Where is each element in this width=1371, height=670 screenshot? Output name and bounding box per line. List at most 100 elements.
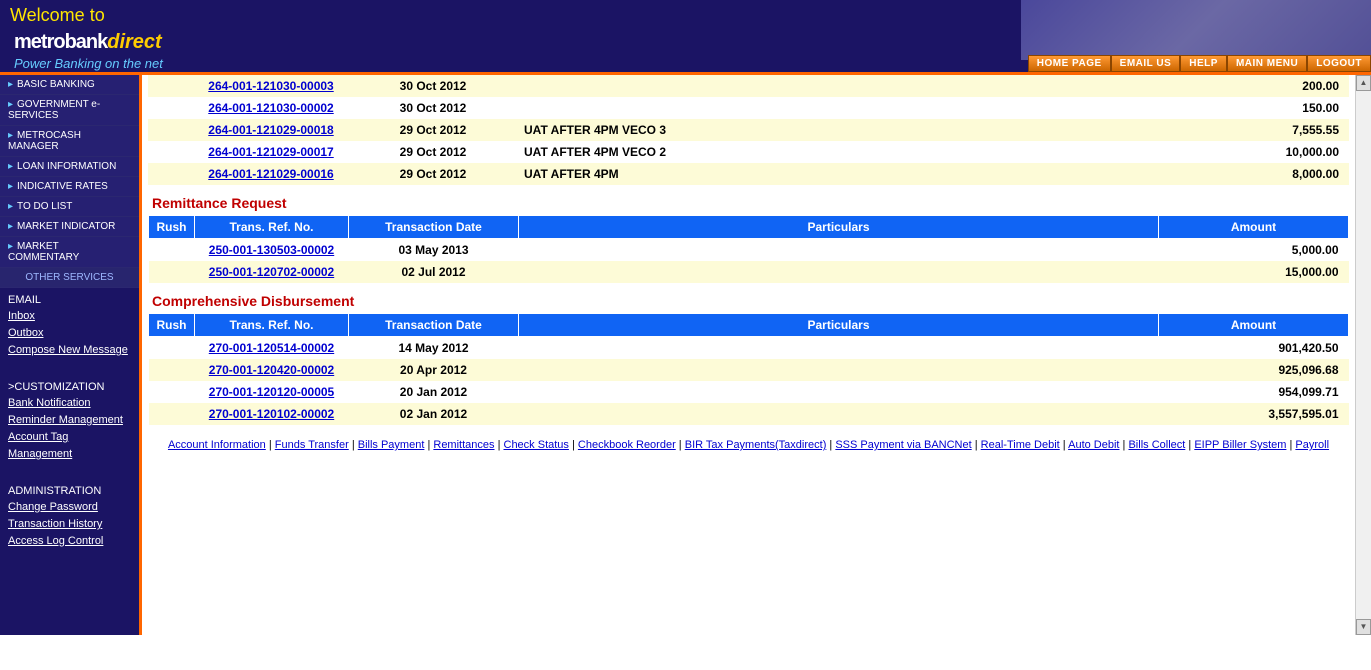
- remittance-table: Rush Trans. Ref. No. Transaction Date Pa…: [148, 215, 1349, 283]
- sidebar-section-customization: >CUSTOMIZATION: [0, 375, 139, 395]
- table-row: 264-001-121029-0001729 Oct 2012UAT AFTER…: [148, 141, 1349, 163]
- table-row: 270-001-120102-0000202 Jan 20123,557,595…: [149, 403, 1349, 425]
- footer-link[interactable]: Remittances: [433, 439, 494, 451]
- sidebar-item-label: MARKET INDICATOR: [17, 221, 115, 232]
- col-part: Particulars: [519, 216, 1159, 239]
- sidebar-item-label: TO DO LIST: [17, 201, 72, 212]
- sidebar-item-label: MARKET COMMENTARY: [8, 241, 79, 263]
- sidebar-section-email: EMAIL: [0, 288, 139, 308]
- footer-link[interactable]: Payroll: [1295, 439, 1329, 451]
- col-date: Transaction Date: [349, 314, 519, 337]
- table-row: 250-001-130503-0000203 May 20135,000.00: [149, 239, 1349, 262]
- sidebar-link-reminder-mgmt[interactable]: Reminder Management: [0, 412, 139, 429]
- logo-sub: direct: [107, 31, 161, 53]
- footer-link[interactable]: Checkbook Reorder: [578, 439, 676, 451]
- trans-ref-link[interactable]: 270-001-120420-00002: [209, 363, 334, 377]
- sidebar-item-loan-info[interactable]: ▸LOAN INFORMATION: [0, 157, 139, 177]
- bullet-icon: ▸: [8, 201, 13, 212]
- cell-date: 30 Oct 2012: [348, 75, 518, 97]
- trans-ref-link[interactable]: 270-001-120102-00002: [209, 407, 334, 421]
- col-rush: Rush: [149, 216, 195, 239]
- nav-home-button[interactable]: HOME PAGE: [1028, 55, 1111, 72]
- scroll-up-icon[interactable]: ▲: [1356, 75, 1371, 91]
- sidebar-item-todo[interactable]: ▸ TO DO LIST: [0, 197, 139, 217]
- cell-date: 30 Oct 2012: [348, 97, 518, 119]
- sidebar-item-label: METROCASH MANAGER: [8, 130, 81, 152]
- cell-ref: 270-001-120120-00005: [195, 381, 349, 403]
- sidebar-item-other-services[interactable]: OTHER SERVICES: [0, 268, 139, 288]
- scroll-down-icon[interactable]: ▼: [1356, 619, 1371, 635]
- nav-main-menu-button[interactable]: MAIN MENU: [1227, 55, 1307, 72]
- table-row: 264-001-121030-0000230 Oct 2012150.00: [148, 97, 1349, 119]
- cell-rush: [148, 97, 194, 119]
- trans-ref-link[interactable]: 264-001-121029-00016: [208, 167, 333, 181]
- trans-ref-link[interactable]: 264-001-121029-00018: [208, 123, 333, 137]
- trans-ref-link[interactable]: 250-001-120702-00002: [209, 265, 334, 279]
- sidebar-item-market-indicator[interactable]: ▸MARKET INDICATOR: [0, 217, 139, 237]
- cell-date: 02 Jan 2012: [349, 403, 519, 425]
- footer-link[interactable]: Bills Collect: [1128, 439, 1185, 451]
- trans-ref-link[interactable]: 270-001-120120-00005: [209, 385, 334, 399]
- sidebar-item-market-commentary[interactable]: ▸MARKET COMMENTARY: [0, 237, 139, 268]
- sidebar-link-transaction-history[interactable]: Transaction History: [0, 516, 139, 533]
- bullet-icon: ▸: [8, 79, 13, 90]
- nav-help-button[interactable]: HELP: [1180, 55, 1227, 72]
- cell-amount: 925,096.68: [1159, 359, 1349, 381]
- separator: |: [266, 439, 275, 451]
- scrollbar[interactable]: ▲ ▼: [1355, 75, 1371, 635]
- sidebar-link-account-tag-mgmt[interactable]: Account Tag Management: [0, 429, 139, 463]
- footer-link[interactable]: Funds Transfer: [275, 439, 349, 451]
- cell-date: 29 Oct 2012: [348, 119, 518, 141]
- trans-ref-link[interactable]: 270-001-120514-00002: [209, 341, 334, 355]
- bullet-icon: ▸: [8, 241, 13, 252]
- nav-logout-button[interactable]: LOGOUT: [1307, 55, 1371, 72]
- footer-link[interactable]: SSS Payment via BANCNet: [835, 439, 971, 451]
- table-row: 264-001-121030-00003 30 Oct 2012 200.00: [148, 75, 1349, 97]
- comprehensive-table: Rush Trans. Ref. No. Transaction Date Pa…: [148, 313, 1349, 425]
- trans-ref-link[interactable]: 264-001-121029-00017: [208, 145, 333, 159]
- sidebar-link-access-log[interactable]: Access Log Control: [0, 533, 139, 550]
- sidebar-link-change-password[interactable]: Change Password: [0, 499, 139, 516]
- cell-ref: 250-001-130503-00002: [195, 239, 349, 262]
- trans-ref-link[interactable]: 264-001-121030-00003: [208, 79, 333, 93]
- cell-amount: 200.00: [1159, 75, 1349, 97]
- trans-ref-link[interactable]: 264-001-121030-00002: [208, 101, 333, 115]
- cell-ref: 264-001-121029-00016: [194, 163, 348, 185]
- sidebar-item-basic-banking[interactable]: ▸BASIC BANKING: [0, 75, 139, 95]
- col-date: Transaction Date: [349, 216, 519, 239]
- sidebar-link-inbox[interactable]: Inbox: [0, 308, 139, 325]
- logo-main: metrobank: [14, 31, 107, 53]
- footer-link[interactable]: BIR Tax Payments(Taxdirect): [685, 439, 827, 451]
- footer-link[interactable]: Account Information: [168, 439, 266, 451]
- cell-amount: 8,000.00: [1159, 163, 1349, 185]
- sidebar-item-label: INDICATIVE RATES: [17, 181, 108, 192]
- footer-link[interactable]: EIPP Biller System: [1194, 439, 1286, 451]
- sidebar-item-metrocash[interactable]: ▸METROCASH MANAGER: [0, 126, 139, 157]
- cell-amount: 5,000.00: [1159, 239, 1349, 262]
- cell-rush: [148, 163, 194, 185]
- trans-ref-link[interactable]: 250-001-130503-00002: [209, 243, 334, 257]
- cell-ref: 264-001-121030-00002: [194, 97, 348, 119]
- col-rush: Rush: [149, 314, 195, 337]
- footer-link[interactable]: Real-Time Debit: [981, 439, 1060, 451]
- separator: |: [826, 439, 835, 451]
- main-content: 264-001-121030-0000330 Oct 2012200.00264…: [142, 75, 1355, 635]
- cell-ref: 264-001-121030-00003: [194, 75, 348, 97]
- table-row: 270-001-120120-0000520 Jan 2012954,099.7…: [149, 381, 1349, 403]
- cell-amount: 901,420.50: [1159, 337, 1349, 360]
- nav-email-button[interactable]: EMAIL US: [1111, 55, 1181, 72]
- top-transactions-table: 264-001-121030-0000330 Oct 2012200.00264…: [148, 75, 1349, 185]
- sidebar-item-gov-services[interactable]: ▸GOVERNMENT e-SERVICES: [0, 95, 139, 126]
- cell-particulars: [519, 381, 1159, 403]
- cell-amount: 15,000.00: [1159, 261, 1349, 283]
- footer-link[interactable]: Auto Debit: [1068, 439, 1119, 451]
- sidebar-link-bank-notification[interactable]: Bank Notification: [0, 395, 139, 412]
- bullet-icon: ▸: [8, 181, 13, 192]
- cell-ref: 264-001-121029-00018: [194, 119, 348, 141]
- sidebar-link-compose[interactable]: Compose New Message: [0, 342, 139, 359]
- sidebar-link-outbox[interactable]: Outbox: [0, 325, 139, 342]
- footer-link[interactable]: Bills Payment: [358, 439, 425, 451]
- sidebar-item-indicative-rates[interactable]: ▸ INDICATIVE RATES: [0, 177, 139, 197]
- footer-link[interactable]: Check Status: [504, 439, 569, 451]
- bullet-icon: ▸: [8, 130, 13, 141]
